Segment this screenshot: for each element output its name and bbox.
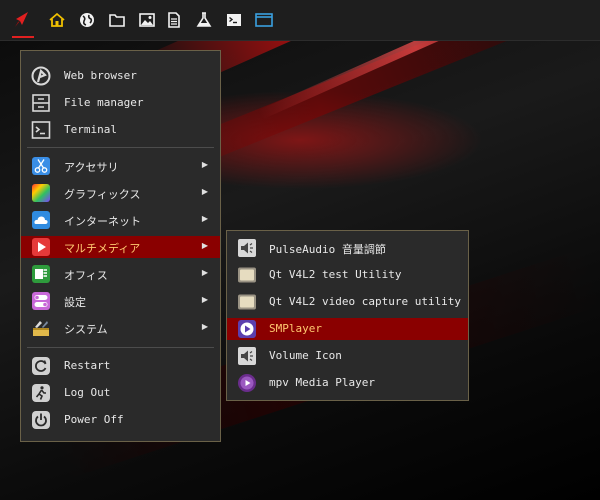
menu-item-power-off[interactable]: Power Off bbox=[21, 409, 220, 431]
scissors-icon bbox=[31, 156, 51, 176]
terminal-button[interactable] bbox=[221, 7, 247, 33]
submenu-arrow-icon: ▶ bbox=[201, 160, 208, 169]
speaker-icon bbox=[237, 238, 257, 258]
system-tools-icon bbox=[31, 318, 51, 338]
file-cabinet-icon bbox=[31, 93, 51, 113]
menu-item-label: Log Out bbox=[64, 386, 111, 399]
science-button[interactable] bbox=[191, 7, 217, 33]
menu-item-accessories[interactable]: アクセサリ ▶ bbox=[21, 155, 220, 177]
menu-item-label: インターネット bbox=[64, 215, 141, 228]
settings-toggle-icon bbox=[31, 291, 51, 311]
terminal-icon bbox=[31, 120, 51, 140]
application-menu: Web browser File manager Terminal アクセサリ … bbox=[20, 50, 221, 442]
menu-item-label: Power Off bbox=[64, 413, 124, 426]
submenu-arrow-icon: ▶ bbox=[201, 295, 208, 304]
menu-item-system[interactable]: システム ▶ bbox=[21, 317, 220, 339]
submenu-item-smplayer[interactable]: SMPlayer bbox=[227, 318, 468, 340]
menu-item-internet[interactable]: インターネット ▶ bbox=[21, 209, 220, 231]
submenu-arrow-icon: ▶ bbox=[201, 241, 208, 250]
menu-item-label: アクセサリ bbox=[64, 161, 119, 174]
play-icon bbox=[31, 237, 51, 257]
submenu-item-volume-icon[interactable]: Volume Icon bbox=[227, 345, 468, 367]
submenu-item-label: mpv Media Player bbox=[269, 376, 375, 389]
menu-item-file-manager[interactable]: File manager bbox=[21, 92, 220, 114]
browser-icon bbox=[31, 66, 51, 86]
submenu-arrow-icon: ▶ bbox=[201, 322, 208, 331]
submenu-arrow-icon: ▶ bbox=[201, 214, 208, 223]
rocket-logo-icon bbox=[15, 12, 28, 27]
restart-icon bbox=[31, 356, 51, 376]
document-icon bbox=[168, 12, 180, 28]
flask-icon bbox=[196, 12, 212, 27]
image-icon bbox=[139, 13, 155, 27]
tv-icon bbox=[237, 292, 257, 312]
menu-separator bbox=[27, 347, 214, 348]
menu-item-label: オフィス bbox=[64, 269, 108, 282]
window-icon bbox=[255, 13, 273, 27]
files-button[interactable] bbox=[104, 7, 130, 33]
globe-icon bbox=[80, 13, 94, 27]
multimedia-submenu: PulseAudio 音量調節 Qt V4L2 test Utility Qt … bbox=[226, 230, 469, 401]
menu-item-graphics[interactable]: グラフィックス ▶ bbox=[21, 182, 220, 204]
logout-icon bbox=[31, 383, 51, 403]
menu-item-office[interactable]: オフィス ▶ bbox=[21, 263, 220, 285]
browser-button[interactable] bbox=[74, 7, 100, 33]
terminal-icon bbox=[227, 14, 241, 26]
menu-item-label: Web browser bbox=[64, 69, 137, 82]
images-button[interactable] bbox=[134, 7, 160, 33]
menu-item-label: 設定 bbox=[64, 296, 86, 309]
home-icon bbox=[49, 12, 65, 27]
submenu-item-qt-v4l2-capture[interactable]: Qt V4L2 video capture utility bbox=[227, 291, 468, 313]
speaker-icon bbox=[237, 346, 257, 366]
tv-icon bbox=[237, 265, 257, 285]
submenu-item-label: Qt V4L2 test Utility bbox=[269, 268, 402, 281]
cloud-icon bbox=[31, 210, 51, 230]
menu-item-log-out[interactable]: Log Out bbox=[21, 382, 220, 404]
palette-icon bbox=[31, 183, 51, 203]
submenu-item-pulseaudio[interactable]: PulseAudio 音量調節 bbox=[227, 237, 468, 259]
smplayer-icon bbox=[237, 319, 257, 339]
home-button[interactable] bbox=[44, 7, 70, 33]
submenu-arrow-icon: ▶ bbox=[201, 187, 208, 196]
submenu-item-label: SMPlayer bbox=[269, 322, 322, 335]
top-panel bbox=[0, 0, 600, 41]
documents-button[interactable] bbox=[161, 7, 187, 33]
menu-item-web-browser[interactable]: Web browser bbox=[21, 65, 220, 87]
menu-item-label: マルチメディア bbox=[64, 242, 141, 255]
menu-separator bbox=[27, 147, 214, 148]
submenu-item-label: PulseAudio 音量調節 bbox=[269, 243, 386, 256]
menu-item-multimedia[interactable]: マルチメディア ▶ bbox=[21, 236, 220, 258]
submenu-arrow-icon: ▶ bbox=[201, 268, 208, 277]
menu-item-restart[interactable]: Restart bbox=[21, 355, 220, 377]
menu-item-settings[interactable]: 設定 ▶ bbox=[21, 290, 220, 312]
menu-item-label: Restart bbox=[64, 359, 111, 372]
start-menu-button[interactable] bbox=[8, 7, 34, 33]
power-icon bbox=[31, 410, 51, 430]
submenu-item-label: Volume Icon bbox=[269, 349, 342, 362]
submenu-item-label: Qt V4L2 video capture utility bbox=[269, 295, 462, 308]
office-icon bbox=[31, 264, 51, 284]
folder-icon bbox=[109, 14, 125, 27]
menu-item-terminal[interactable]: Terminal bbox=[21, 119, 220, 141]
menu-item-label: Terminal bbox=[64, 123, 117, 136]
menu-item-label: File manager bbox=[64, 96, 144, 109]
window-button[interactable] bbox=[251, 7, 277, 33]
submenu-item-mpv[interactable]: mpv Media Player bbox=[227, 372, 468, 394]
submenu-item-qt-v4l2-test[interactable]: Qt V4L2 test Utility bbox=[227, 264, 468, 286]
menu-item-label: グラフィックス bbox=[64, 188, 141, 201]
mpv-icon bbox=[237, 373, 257, 393]
active-indicator bbox=[12, 36, 34, 38]
menu-item-label: システム bbox=[64, 323, 108, 336]
